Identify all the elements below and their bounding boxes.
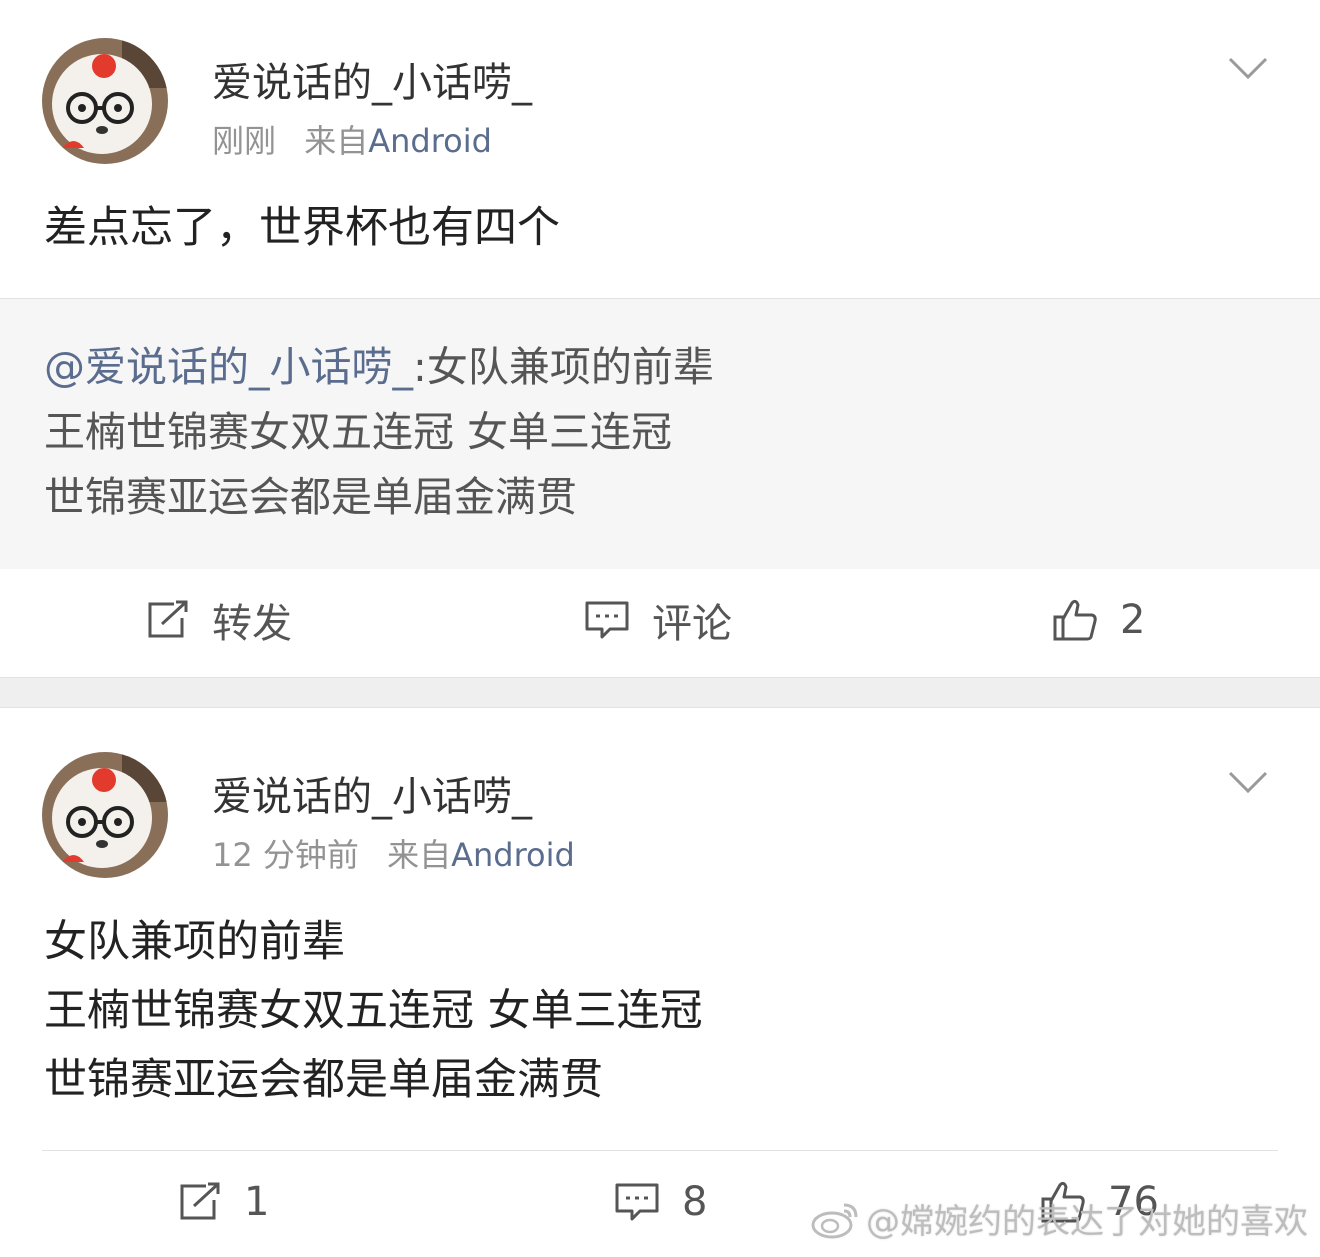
repost-first-line: :女队兼项的前辈 [413,343,714,391]
comment-count: 8 [682,1179,708,1225]
repost-line-1: @爱说话的_小话唠_:女队兼项的前辈 [44,335,714,400]
dog-avatar-icon [42,752,168,878]
source-prefix: 来自 [387,836,452,874]
dog-avatar-icon [42,38,168,164]
source-link[interactable]: Android [368,122,492,160]
repost-box[interactable]: @爱说话的_小话唠_:女队兼项的前辈 王楠世锦赛女双五连冠 女单三连冠 世锦赛亚… [0,298,1320,569]
source-prefix: 来自 [304,122,369,160]
chevron-down-icon[interactable] [1228,770,1268,794]
post-text: 差点忘了，世界杯也有四个 [44,194,560,263]
user-avatar[interactable] [42,38,168,164]
thumbs-up-icon [1053,599,1097,641]
weibo-post-1: 爱说话的_小话唠_ 刚刚 来自Android 差点忘了，世界杯也有四个 @爱说话… [0,0,1320,677]
post-text-line: 王楠世锦赛女双五连冠 女单三连冠 [44,986,703,1036]
repost-line-3: 世锦赛亚运会都是单届金满贯 [44,473,577,521]
repost-icon [180,1182,220,1220]
repost-text: @爱说话的_小话唠_:女队兼项的前辈 王楠世锦赛女双五连冠 女单三连冠 世锦赛亚… [44,335,714,530]
post-text: 女队兼项的前辈 王楠世锦赛女双五连冠 女单三连冠 世锦赛亚运会都是单届金满贯 [44,908,703,1115]
mention-link[interactable]: @爱说话的_小话唠_ [44,343,413,391]
comment-icon [615,1183,659,1221]
like-button[interactable]: 2 [1052,570,1145,670]
post-time: 刚刚 [212,122,277,160]
weibo-logo-icon [811,1203,858,1238]
post-time: 12 分钟前 [212,836,359,874]
post-text-line: 世锦赛亚运会都是单届金满贯 [44,1055,603,1105]
source-link[interactable]: Android [451,836,575,874]
watermark-text: @嫦婉约的表达了对她的喜欢 [866,1202,1308,1242]
comment-icon [585,601,629,639]
comment-label: 评论 [652,601,732,647]
weibo-post-2: 爱说话的_小话唠_ 12 分钟前 来自Android 女队兼项的前辈 王楠世锦赛… [0,708,1320,1257]
post-separator [0,677,1320,708]
repost-button[interactable]: 转发 [146,570,292,670]
repost-label: 转发 [212,601,292,647]
like-count: 2 [1120,597,1146,643]
chevron-down-icon[interactable] [1228,56,1268,80]
post-text-line: 差点忘了，世界杯也有四个 [44,203,560,253]
post-actions: 转发 评论 2 [0,570,1320,670]
post-meta: 刚刚 来自Android [212,116,492,162]
comment-button[interactable]: 评论 [584,570,732,670]
repost-count: 1 [244,1179,270,1225]
actions-divider [42,1150,1278,1151]
post-meta: 12 分钟前 来自Android [212,830,575,876]
user-avatar[interactable] [42,752,168,878]
repost-button[interactable]: 1 [178,1152,269,1252]
username[interactable]: 爱说话的_小话唠_ [212,764,532,822]
comment-button[interactable]: 8 [614,1152,707,1252]
username[interactable]: 爱说话的_小话唠_ [212,50,532,108]
post-text-line: 女队兼项的前辈 [44,917,345,967]
repost-line-2: 王楠世锦赛女双五连冠 女单三连冠 [44,408,673,456]
watermark: @嫦婉约的表达了对她的喜欢 [810,1194,1308,1243]
repost-icon [148,600,188,638]
